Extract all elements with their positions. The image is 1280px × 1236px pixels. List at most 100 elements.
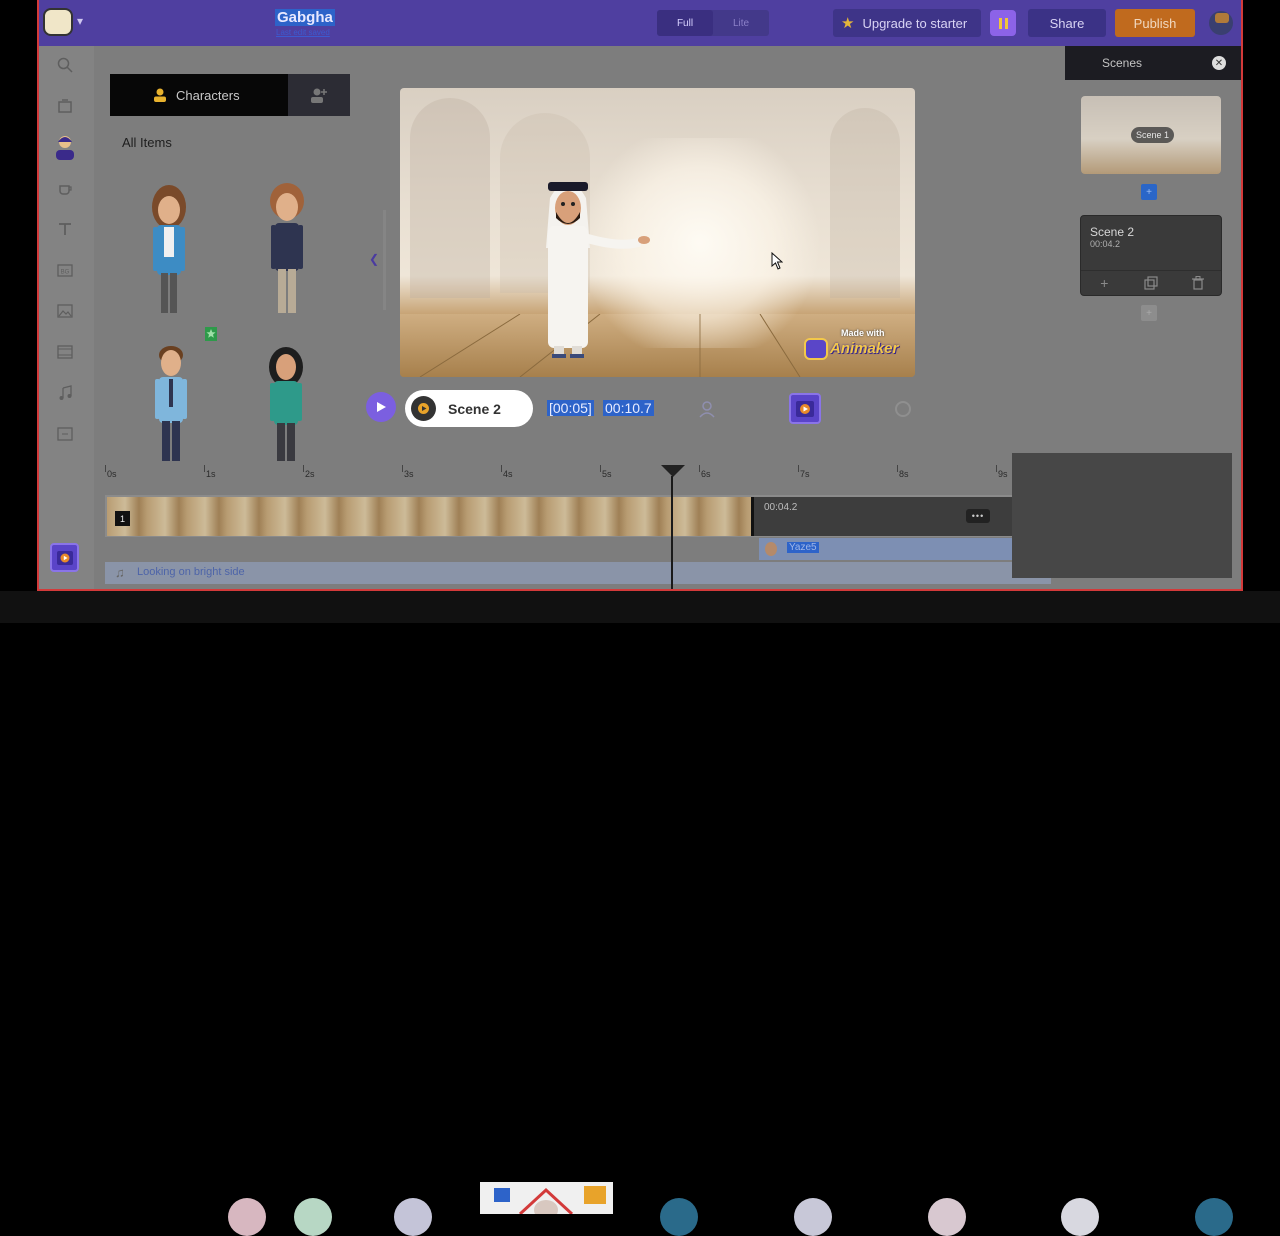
- watermark-made-with: Made with: [841, 328, 885, 338]
- timeline-scene-2-strip[interactable]: 00:04.2 •••: [751, 497, 1013, 536]
- current-time: [00:05]: [547, 400, 594, 416]
- favorite-badge-icon[interactable]: [205, 327, 217, 346]
- editor-window: ▾ Gabgha Last edit saved Full Lite ★ Upg…: [37, 0, 1243, 591]
- publish-button[interactable]: Publish: [1115, 9, 1195, 37]
- mode-toggle[interactable]: Full Lite: [657, 10, 769, 36]
- scene-preview-button[interactable]: [789, 393, 821, 424]
- project-title[interactable]: Gabgha: [275, 9, 335, 26]
- participant-avatar[interactable]: [294, 1198, 332, 1236]
- close-icon[interactable]: ✕: [1212, 56, 1226, 70]
- scene-2-strip-duration: 00:04.2: [764, 502, 798, 513]
- more-options-icon[interactable]: •••: [966, 509, 990, 523]
- add-scene-after-1-button[interactable]: +: [1141, 184, 1157, 200]
- app-logo-icon[interactable]: [43, 8, 73, 36]
- top-bar: ▾ Gabgha Last edit saved Full Lite ★ Upg…: [39, 0, 1241, 46]
- collapse-panel-icon[interactable]: ❮: [369, 252, 379, 266]
- character-thumbnail[interactable]: [266, 347, 306, 468]
- music-note-icon: ♫: [115, 565, 125, 580]
- tick-label: 0s: [107, 469, 117, 479]
- participant-avatar[interactable]: [794, 1198, 832, 1236]
- characters-tab-label: Characters: [176, 87, 240, 103]
- meeting-participant-strip: [0, 591, 1280, 1236]
- voice-track-clip[interactable]: Yaze5: [759, 538, 1013, 560]
- last-edit-status[interactable]: Last edit saved: [276, 28, 330, 37]
- image-icon[interactable]: [54, 300, 76, 322]
- voice-clip-label: Yaze5: [787, 542, 819, 553]
- voice-avatar-icon: [765, 542, 777, 556]
- total-duration: 00:10.7: [603, 400, 654, 416]
- timeline-scene-1-strip[interactable]: [107, 497, 751, 536]
- characters-tab[interactable]: Characters: [110, 74, 288, 116]
- scene-play-control[interactable]: Scene 2: [405, 390, 533, 427]
- tick-label: 9s: [998, 469, 1008, 479]
- background-icon[interactable]: BG: [54, 259, 76, 281]
- panel-divider[interactable]: [383, 210, 386, 310]
- participant-avatar[interactable]: [1061, 1198, 1099, 1236]
- character-thumbnail[interactable]: [267, 183, 307, 322]
- props-icon[interactable]: [54, 177, 76, 199]
- character-on-stage[interactable]: [540, 168, 660, 368]
- scene-2-title: Scene 2: [1090, 225, 1135, 239]
- playhead-line: [671, 476, 673, 589]
- video-icon[interactable]: [54, 341, 76, 363]
- tick-label: 3s: [404, 469, 414, 479]
- watermark-brand: Animaker: [830, 340, 899, 357]
- canvas-stage[interactable]: Made with Animaker: [400, 88, 915, 377]
- participant-avatar[interactable]: [1195, 1198, 1233, 1236]
- tick-label: 2s: [305, 469, 315, 479]
- text-icon[interactable]: [54, 218, 76, 240]
- user-avatar[interactable]: [1209, 11, 1233, 35]
- tick-label: 1s: [206, 469, 216, 479]
- scene-1-label: Scene 1: [1131, 127, 1175, 143]
- music-icon[interactable]: [54, 382, 76, 404]
- music-track-label: Looking on bright side: [137, 566, 245, 578]
- tick-label: 6s: [701, 469, 711, 479]
- play-scene-icon[interactable]: [411, 396, 436, 421]
- upgrade-label: Upgrade to starter: [862, 15, 968, 31]
- scene-2-card[interactable]: Scene 2 00:04.2 +: [1080, 215, 1222, 296]
- add-scene-button[interactable]: +: [1141, 305, 1157, 321]
- tick-label: 4s: [503, 469, 513, 479]
- mode-lite-option[interactable]: Lite: [713, 10, 769, 36]
- tick-label: 5s: [602, 469, 612, 479]
- scene-video-rail-button[interactable]: [50, 543, 79, 572]
- voice-character-icon[interactable]: [698, 400, 716, 418]
- chevron-down-icon[interactable]: ▾: [77, 14, 83, 28]
- add-icon[interactable]: +: [1081, 271, 1128, 295]
- scene-1-thumbnail[interactable]: Scene 1: [1081, 96, 1221, 174]
- mode-full-option[interactable]: Full: [657, 10, 713, 36]
- upgrade-button[interactable]: ★ Upgrade to starter: [833, 9, 981, 37]
- mouse-pointer-icon: [771, 251, 784, 275]
- participant-avatar[interactable]: [394, 1198, 432, 1236]
- scenes-title: Scenes: [1102, 56, 1143, 70]
- character-icon[interactable]: [53, 134, 77, 160]
- delete-icon[interactable]: [1174, 271, 1221, 295]
- play-all-button[interactable]: [366, 392, 396, 422]
- duplicate-icon[interactable]: [1128, 271, 1175, 295]
- media-icon[interactable]: [54, 95, 76, 117]
- participant-avatar[interactable]: [228, 1198, 266, 1236]
- person-icon: [154, 88, 166, 102]
- focus-target-icon[interactable]: [895, 401, 911, 417]
- animaker-logo-icon: [804, 338, 828, 360]
- timeline-ruler[interactable]: 0s 1s 2s 3s 4s 5s 6s 7s 8s 9s: [105, 465, 1015, 485]
- shared-screen-thumbnail[interactable]: [480, 1182, 613, 1220]
- participant-avatar[interactable]: [660, 1198, 698, 1236]
- pause-button[interactable]: [990, 10, 1016, 36]
- custom-character-tab[interactable]: [288, 74, 350, 116]
- music-track[interactable]: ♫ Looking on bright side: [105, 562, 1051, 584]
- effects-icon[interactable]: [54, 423, 76, 445]
- current-scene-label: Scene 2: [448, 400, 501, 417]
- all-items-label: All Items: [122, 135, 172, 150]
- character-thumbnail[interactable]: [151, 345, 191, 468]
- share-button[interactable]: Share: [1028, 9, 1106, 37]
- character-thumbnail[interactable]: [149, 185, 189, 322]
- star-icon: ★: [841, 15, 855, 32]
- svg-text:BG: BG: [61, 270, 70, 276]
- playhead-handle[interactable]: [661, 465, 685, 477]
- tick-label: 7s: [800, 469, 810, 479]
- tick-label: 8s: [899, 469, 909, 479]
- participant-avatar[interactable]: [928, 1198, 966, 1236]
- search-icon[interactable]: [54, 54, 76, 76]
- scene-2-actions: +: [1081, 270, 1221, 295]
